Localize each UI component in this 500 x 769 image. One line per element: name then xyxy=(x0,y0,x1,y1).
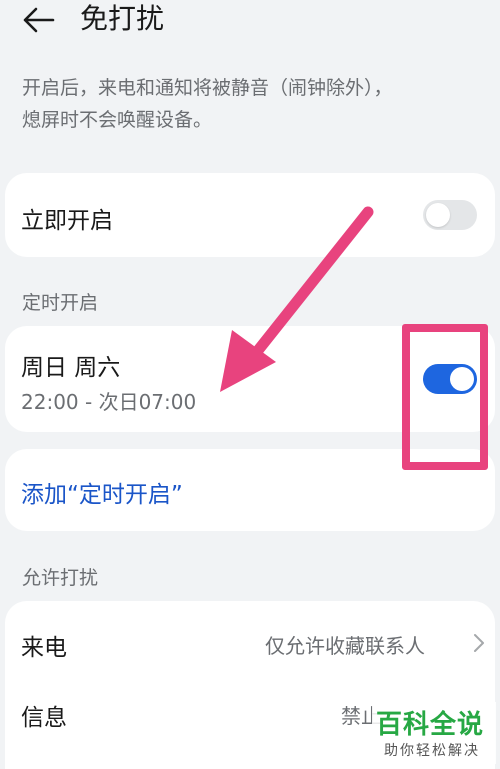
immediate-label: 立即开启 xyxy=(21,208,113,234)
back-button[interactable] xyxy=(18,2,58,38)
watermark-slogan: 助你轻松解决 xyxy=(384,743,480,759)
annotation-highlight-box xyxy=(402,324,488,470)
watermark: 百科全说 助你轻松解决 xyxy=(372,702,496,764)
calls-value: 仅允许收藏联系人 xyxy=(265,634,425,658)
watermark-logo-text: 百科全说 xyxy=(376,710,485,740)
calls-label: 来电 xyxy=(21,635,67,661)
toggle-knob xyxy=(426,203,450,227)
schedule-section-label: 定时开启 xyxy=(22,292,99,314)
schedule-days: 周日 周六 xyxy=(21,355,121,381)
immediate-card[interactable]: 立即开启 xyxy=(5,173,495,257)
description-line-1: 开启后，来电和通知将被静音（闹钟除外）， xyxy=(22,77,393,99)
messages-label: 信息 xyxy=(21,705,67,731)
immediate-toggle[interactable] xyxy=(423,200,477,230)
allow-section-label: 允许打扰 xyxy=(22,567,99,589)
schedule-time: 22:00 - 次日07:00 xyxy=(21,390,197,414)
arrow-left-icon xyxy=(23,7,55,33)
description-line-2: 熄屏时不会唤醒设备。 xyxy=(22,109,213,131)
header: 免打扰 xyxy=(0,0,500,44)
page-title: 免打扰 xyxy=(80,2,165,35)
page-description: 开启后，来电和通知将被静音（闹钟除外）， 熄屏时不会唤醒设备。 xyxy=(22,72,482,136)
add-schedule-link[interactable]: 添加“定时开启” xyxy=(21,475,183,509)
chevron-right-icon xyxy=(474,634,484,652)
